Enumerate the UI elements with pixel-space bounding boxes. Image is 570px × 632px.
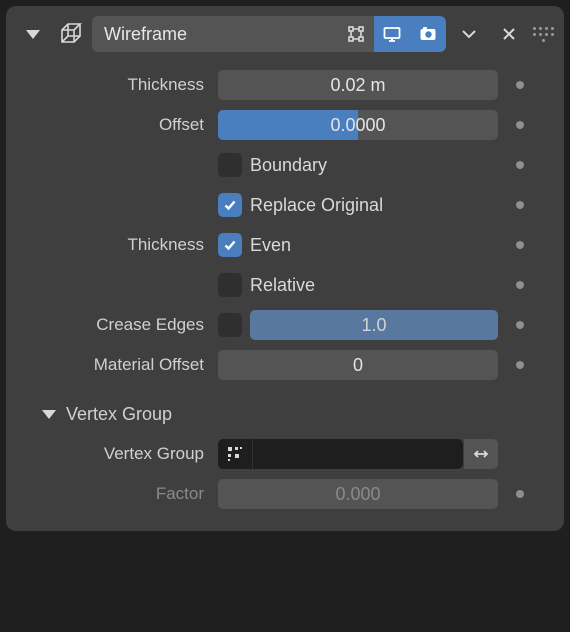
crease-edges-checkbox[interactable] [218, 313, 242, 337]
offset-slider[interactable]: 0.0000 [218, 110, 498, 140]
offset-label: Offset [14, 115, 218, 135]
material-offset-field[interactable]: 0 [218, 350, 498, 380]
modifier-name-field[interactable]: Wireframe [92, 16, 446, 52]
relative-checkbox[interactable] [218, 273, 242, 297]
extras-dropdown[interactable] [452, 17, 486, 51]
anim-dot[interactable] [516, 121, 524, 129]
wireframe-modifier-panel: Wireframe [6, 6, 564, 531]
thickness-field[interactable]: 0.02 m [218, 70, 498, 100]
boundary-label: Boundary [250, 155, 327, 176]
vertex-group-label: Vertex Group [14, 444, 218, 464]
even-label: Even [250, 235, 291, 256]
replace-original-checkbox[interactable] [218, 193, 242, 217]
boundary-checkbox[interactable] [218, 153, 242, 177]
thickness-label: Thickness [14, 75, 218, 95]
even-checkbox[interactable] [218, 233, 242, 257]
vertex-group-subpanel-header[interactable]: Vertex Group [14, 388, 556, 431]
replace-original-label: Replace Original [250, 195, 383, 216]
anim-dot[interactable] [516, 161, 524, 169]
anim-dot[interactable] [516, 321, 524, 329]
wireframe-icon [56, 19, 86, 49]
modifier-name-text: Wireframe [92, 24, 338, 45]
anim-dot[interactable] [516, 81, 524, 89]
chevron-down-icon [26, 30, 40, 39]
chevron-down-icon [42, 410, 56, 419]
collapse-toggle[interactable] [16, 17, 50, 51]
vertex-group-picker-icon [218, 439, 253, 469]
relative-label: Relative [250, 275, 315, 296]
crease-edges-label: Crease Edges [14, 315, 218, 335]
display-editmode-toggle[interactable] [338, 16, 374, 52]
anim-dot[interactable] [516, 201, 524, 209]
modifier-header: Wireframe [14, 12, 556, 62]
anim-dot[interactable] [516, 281, 524, 289]
factor-field[interactable]: 0.000 [218, 479, 498, 509]
anim-dot[interactable] [516, 361, 524, 369]
drag-handle[interactable] [532, 27, 554, 42]
thickness-mode-label: Thickness [14, 235, 218, 255]
vertex-group-invert-button[interactable] [464, 439, 498, 469]
display-realtime-toggle[interactable] [374, 16, 410, 52]
material-offset-label: Material Offset [14, 355, 218, 375]
delete-modifier-button[interactable] [492, 17, 526, 51]
anim-dot[interactable] [516, 490, 524, 498]
crease-weight-field[interactable]: 1.0 [250, 310, 498, 340]
vertex-group-field[interactable] [218, 439, 463, 469]
factor-label: Factor [14, 484, 218, 504]
display-render-toggle[interactable] [410, 16, 446, 52]
anim-dot[interactable] [516, 241, 524, 249]
display-toggle-group [338, 16, 446, 52]
